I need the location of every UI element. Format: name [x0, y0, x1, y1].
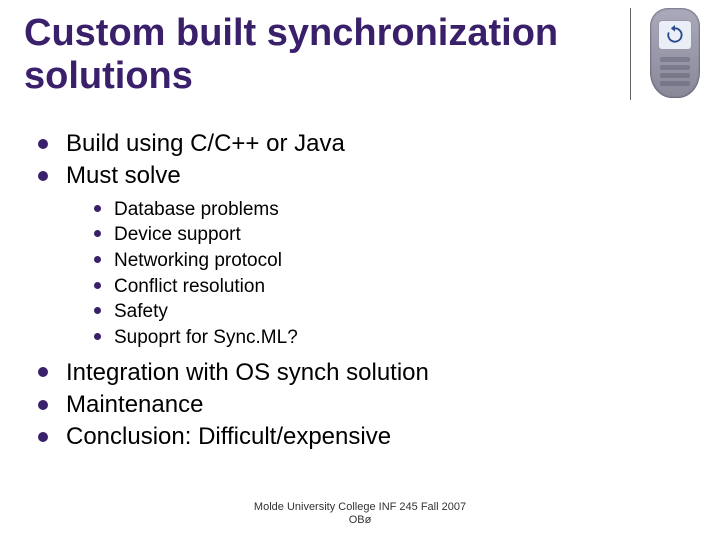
- bullet-text: Database problems: [114, 199, 279, 220]
- list-item: Supoprt for Sync.ML?: [66, 325, 670, 351]
- slide-title: Custom built synchronization solutions: [24, 12, 584, 97]
- list-item: Build using C/C++ or Java: [30, 128, 670, 160]
- bullet-text: Conflict resolution: [114, 276, 265, 297]
- phone-keypad: [658, 54, 692, 90]
- slide-footer: Molde University College INF 245 Fall 20…: [0, 501, 720, 529]
- list-item: Integration with OS synch solution: [30, 357, 670, 389]
- phone-illustration: [642, 8, 706, 102]
- list-item: Networking protocol: [66, 248, 670, 274]
- list-item: Conflict resolution: [66, 274, 670, 300]
- footer-line: OBø: [0, 514, 720, 528]
- bullet-text: Supoprt for Sync.ML?: [114, 327, 298, 348]
- bullet-text: Integration with OS synch solution: [66, 359, 429, 386]
- sub-bullet-list: Database problems Device support Network…: [66, 197, 670, 351]
- bullet-text: Safety: [114, 301, 168, 322]
- list-item: Conclusion: Difficult/expensive: [30, 421, 670, 453]
- sync-icon: [665, 25, 685, 45]
- bullet-list: Build using C/C++ or Java Must solve Dat…: [30, 128, 670, 454]
- footer-line: Molde University College INF 245 Fall 20…: [0, 501, 720, 515]
- list-item: Maintenance: [30, 389, 670, 421]
- divider-line: [630, 8, 631, 100]
- slide: Custom built synchronization solutions B…: [0, 0, 720, 540]
- bullet-text: Maintenance: [66, 391, 203, 418]
- phone-screen: [658, 20, 692, 50]
- list-item: Device support: [66, 222, 670, 248]
- bullet-text: Conclusion: Difficult/expensive: [66, 423, 391, 450]
- list-item: Database problems: [66, 197, 670, 223]
- bullet-text: Build using C/C++ or Java: [66, 130, 345, 157]
- bullet-text: Device support: [114, 224, 241, 245]
- list-item: Safety: [66, 299, 670, 325]
- list-item: Must solve Database problems Device supp…: [30, 160, 670, 350]
- bullet-text: Networking protocol: [114, 250, 282, 271]
- bullet-text: Must solve: [66, 162, 181, 189]
- slide-body: Build using C/C++ or Java Must solve Dat…: [30, 128, 670, 454]
